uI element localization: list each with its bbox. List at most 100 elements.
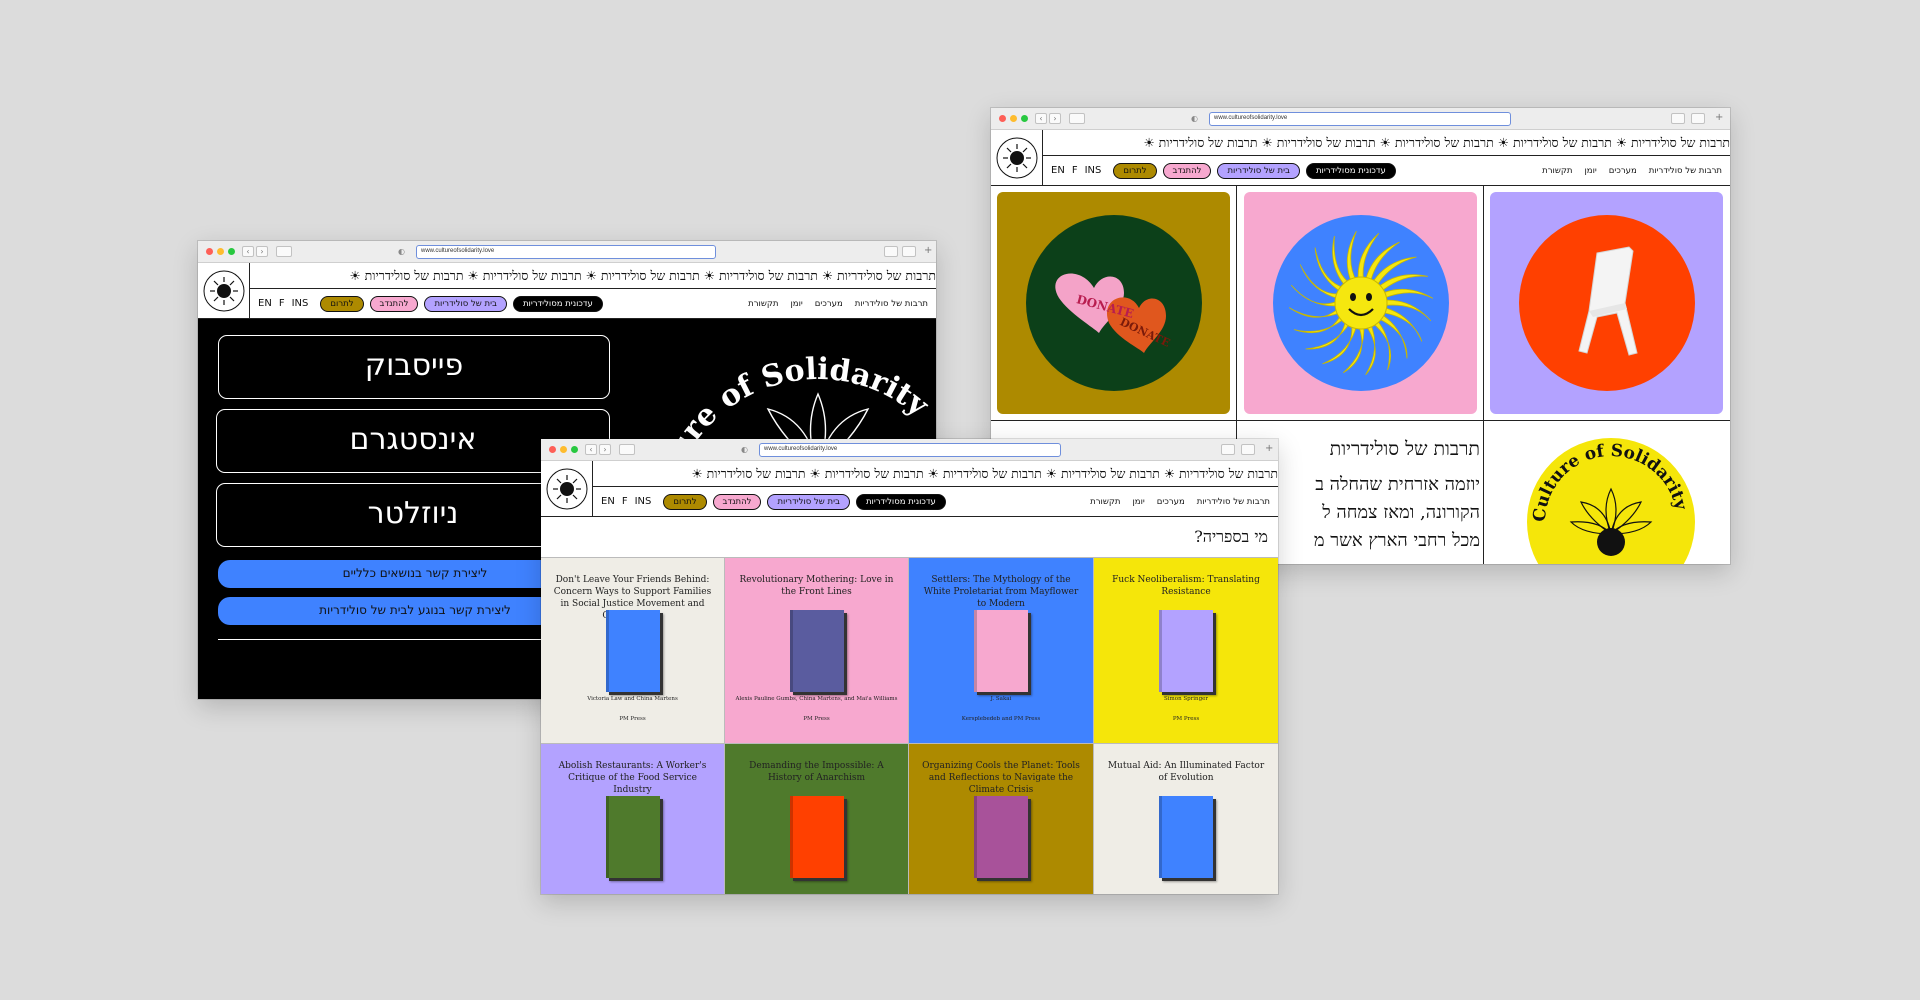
lang-ins[interactable]: INS — [635, 496, 652, 507]
forward-icon[interactable]: › — [599, 444, 611, 455]
new-tab-icon[interactable]: + — [1265, 444, 1273, 454]
sunflower-logo-icon — [203, 270, 244, 311]
site-logo[interactable] — [991, 130, 1043, 185]
tabs-icon[interactable] — [1691, 113, 1705, 124]
facebook-link[interactable]: פייסבוק — [218, 335, 610, 399]
privacy-shield-icon[interactable]: ◐ — [1191, 114, 1198, 123]
book-card[interactable]: Don't Leave Your Friends Behind: Concern… — [541, 558, 725, 744]
nav-link-press[interactable]: תקשורת — [748, 299, 778, 309]
close-dot[interactable] — [999, 115, 1006, 122]
book-card[interactable]: Mutual Aid: An Illuminated Factor of Evo… — [1094, 744, 1278, 894]
nav-link-calendar[interactable]: יומן — [1584, 166, 1596, 176]
back-icon[interactable]: ‹ — [242, 246, 254, 257]
book-card[interactable]: Fuck Neoliberalism: Translating Resistan… — [1094, 558, 1278, 744]
lang-en[interactable]: EN — [601, 496, 615, 507]
address-bar[interactable]: www.cultureofsolidarity.love — [759, 443, 1061, 457]
donate-pill[interactable]: לתרום — [663, 493, 707, 510]
nav-link-programs[interactable]: מערכים — [815, 299, 843, 309]
volunteer-pill[interactable]: להתנדב — [1162, 162, 1212, 179]
nav-link-programs[interactable]: מערכים — [1157, 497, 1185, 507]
tabs-icon[interactable] — [902, 246, 916, 257]
nav-link-culture[interactable]: תרבות של סולידריות — [1649, 166, 1722, 176]
minimize-dot[interactable] — [217, 248, 224, 255]
book-card[interactable]: Organizing Cools the Planet: Tools and R… — [909, 744, 1094, 894]
privacy-shield-icon[interactable]: ◐ — [398, 247, 405, 256]
donate-pill[interactable]: לתרום — [1113, 162, 1157, 179]
new-tab-icon[interactable]: + — [1715, 113, 1723, 123]
lang-en[interactable]: EN — [258, 298, 272, 309]
hearts-donate-icon: DONATE DONATE — [1025, 215, 1202, 391]
lang-f[interactable]: F — [279, 298, 285, 309]
nav-link-calendar[interactable]: יומן — [1132, 497, 1144, 507]
book-title: Settlers: The Mythology of the White Pro… — [923, 575, 1079, 609]
new-tab-icon[interactable]: + — [924, 246, 932, 256]
newsletter-pill[interactable]: עדכונית מסולידריות — [512, 295, 603, 312]
share-icon[interactable] — [884, 246, 898, 257]
donate-pill[interactable]: לתרום — [320, 295, 364, 312]
marquee-ticker: תרבות של סולידריות ☀ תרבות של סולידריות … — [250, 263, 936, 289]
site-logo[interactable] — [541, 461, 593, 516]
main-nav: EN F INS עדכונית מסולידריות בית של סוליד… — [593, 487, 1278, 516]
lang-ins[interactable]: INS — [1085, 165, 1102, 176]
nav-link-programs[interactable]: מערכים — [1609, 166, 1637, 176]
lang-f[interactable]: F — [622, 496, 628, 507]
donate-tile[interactable]: DONATE DONATE — [997, 192, 1230, 414]
nav-link-press[interactable]: תקשורת — [1542, 166, 1572, 176]
house-pill[interactable]: בית של סולידריות — [767, 493, 850, 510]
newsletter-pill[interactable]: עדכונית מסולידריות — [855, 493, 946, 510]
privacy-shield-icon[interactable]: ◐ — [741, 445, 748, 454]
zoom-dot[interactable] — [571, 446, 578, 453]
address-bar[interactable]: www.cultureofsolidarity.love — [416, 245, 716, 259]
browser-toolbar: ‹ › ◐ www.cultureofsolidarity.love + — [198, 241, 936, 263]
book-card[interactable]: Revolutionary Mothering: Love in the Fro… — [725, 558, 909, 744]
book-card[interactable]: Abolish Restaurants: A Worker's Critique… — [541, 744, 725, 894]
book-publisher: Kersplebedeb and PM Press — [961, 716, 1041, 722]
site-header: תרבות של סולידריות ☀ תרבות של סולידריות … — [198, 263, 936, 319]
forward-icon[interactable]: › — [1049, 113, 1061, 124]
site-logo[interactable] — [198, 263, 250, 318]
tabs-icon[interactable] — [1241, 444, 1255, 455]
smiling-sun-icon — [1272, 215, 1449, 391]
nav-link-press[interactable]: תקשורת — [1090, 497, 1120, 507]
sidebar-toggle-icon[interactable] — [619, 444, 635, 455]
grid-line — [991, 420, 1730, 421]
chair-tile[interactable] — [1490, 192, 1723, 414]
close-dot[interactable] — [549, 446, 556, 453]
house-pill[interactable]: בית של סולידריות — [1217, 162, 1300, 179]
house-pill[interactable]: בית של סולידריות — [424, 295, 507, 312]
sun-tile[interactable] — [1244, 192, 1477, 414]
book-cover — [789, 610, 844, 692]
sidebar-toggle-icon[interactable] — [1069, 113, 1085, 124]
zoom-dot[interactable] — [228, 248, 235, 255]
nav-link-culture[interactable]: תרבות של סולידריות — [1197, 497, 1270, 507]
back-icon[interactable]: ‹ — [585, 444, 597, 455]
minimize-dot[interactable] — [560, 446, 567, 453]
close-dot[interactable] — [206, 248, 213, 255]
book-cover — [605, 610, 660, 692]
marquee-ticker: תרבות של סולידריות ☀ תרבות של סולידריות … — [1043, 130, 1730, 156]
book-cover — [1159, 796, 1213, 878]
volunteer-pill[interactable]: להתנדב — [369, 295, 419, 312]
window-controls — [206, 248, 235, 255]
share-icon[interactable] — [1221, 444, 1235, 455]
grid-line — [1483, 186, 1484, 564]
nav-link-calendar[interactable]: יומן — [790, 299, 802, 309]
volunteer-pill[interactable]: להתנדב — [712, 493, 762, 510]
share-icon[interactable] — [1671, 113, 1685, 124]
forward-icon[interactable]: › — [256, 246, 268, 257]
book-title: Fuck Neoliberalism: Translating Resistan… — [1112, 575, 1260, 597]
lang-ins[interactable]: INS — [292, 298, 309, 309]
minimize-dot[interactable] — [1010, 115, 1017, 122]
lang-en[interactable]: EN — [1051, 165, 1065, 176]
book-title: Abolish Restaurants: A Worker's Critique… — [558, 761, 707, 795]
sidebar-toggle-icon[interactable] — [276, 246, 292, 257]
nav-link-culture[interactable]: תרבות של סולידריות — [855, 299, 928, 309]
book-card[interactable]: Demanding the Impossible: A History of A… — [725, 744, 909, 894]
back-icon[interactable]: ‹ — [1035, 113, 1047, 124]
zoom-dot[interactable] — [1021, 115, 1028, 122]
newsletter-pill[interactable]: עדכונית מסולידריות — [1305, 162, 1396, 179]
address-bar[interactable]: www.cultureofsolidarity.love — [1209, 112, 1511, 126]
lang-f[interactable]: F — [1072, 165, 1078, 176]
book-cover — [974, 796, 1028, 878]
book-card[interactable]: Settlers: The Mythology of the White Pro… — [909, 558, 1094, 744]
